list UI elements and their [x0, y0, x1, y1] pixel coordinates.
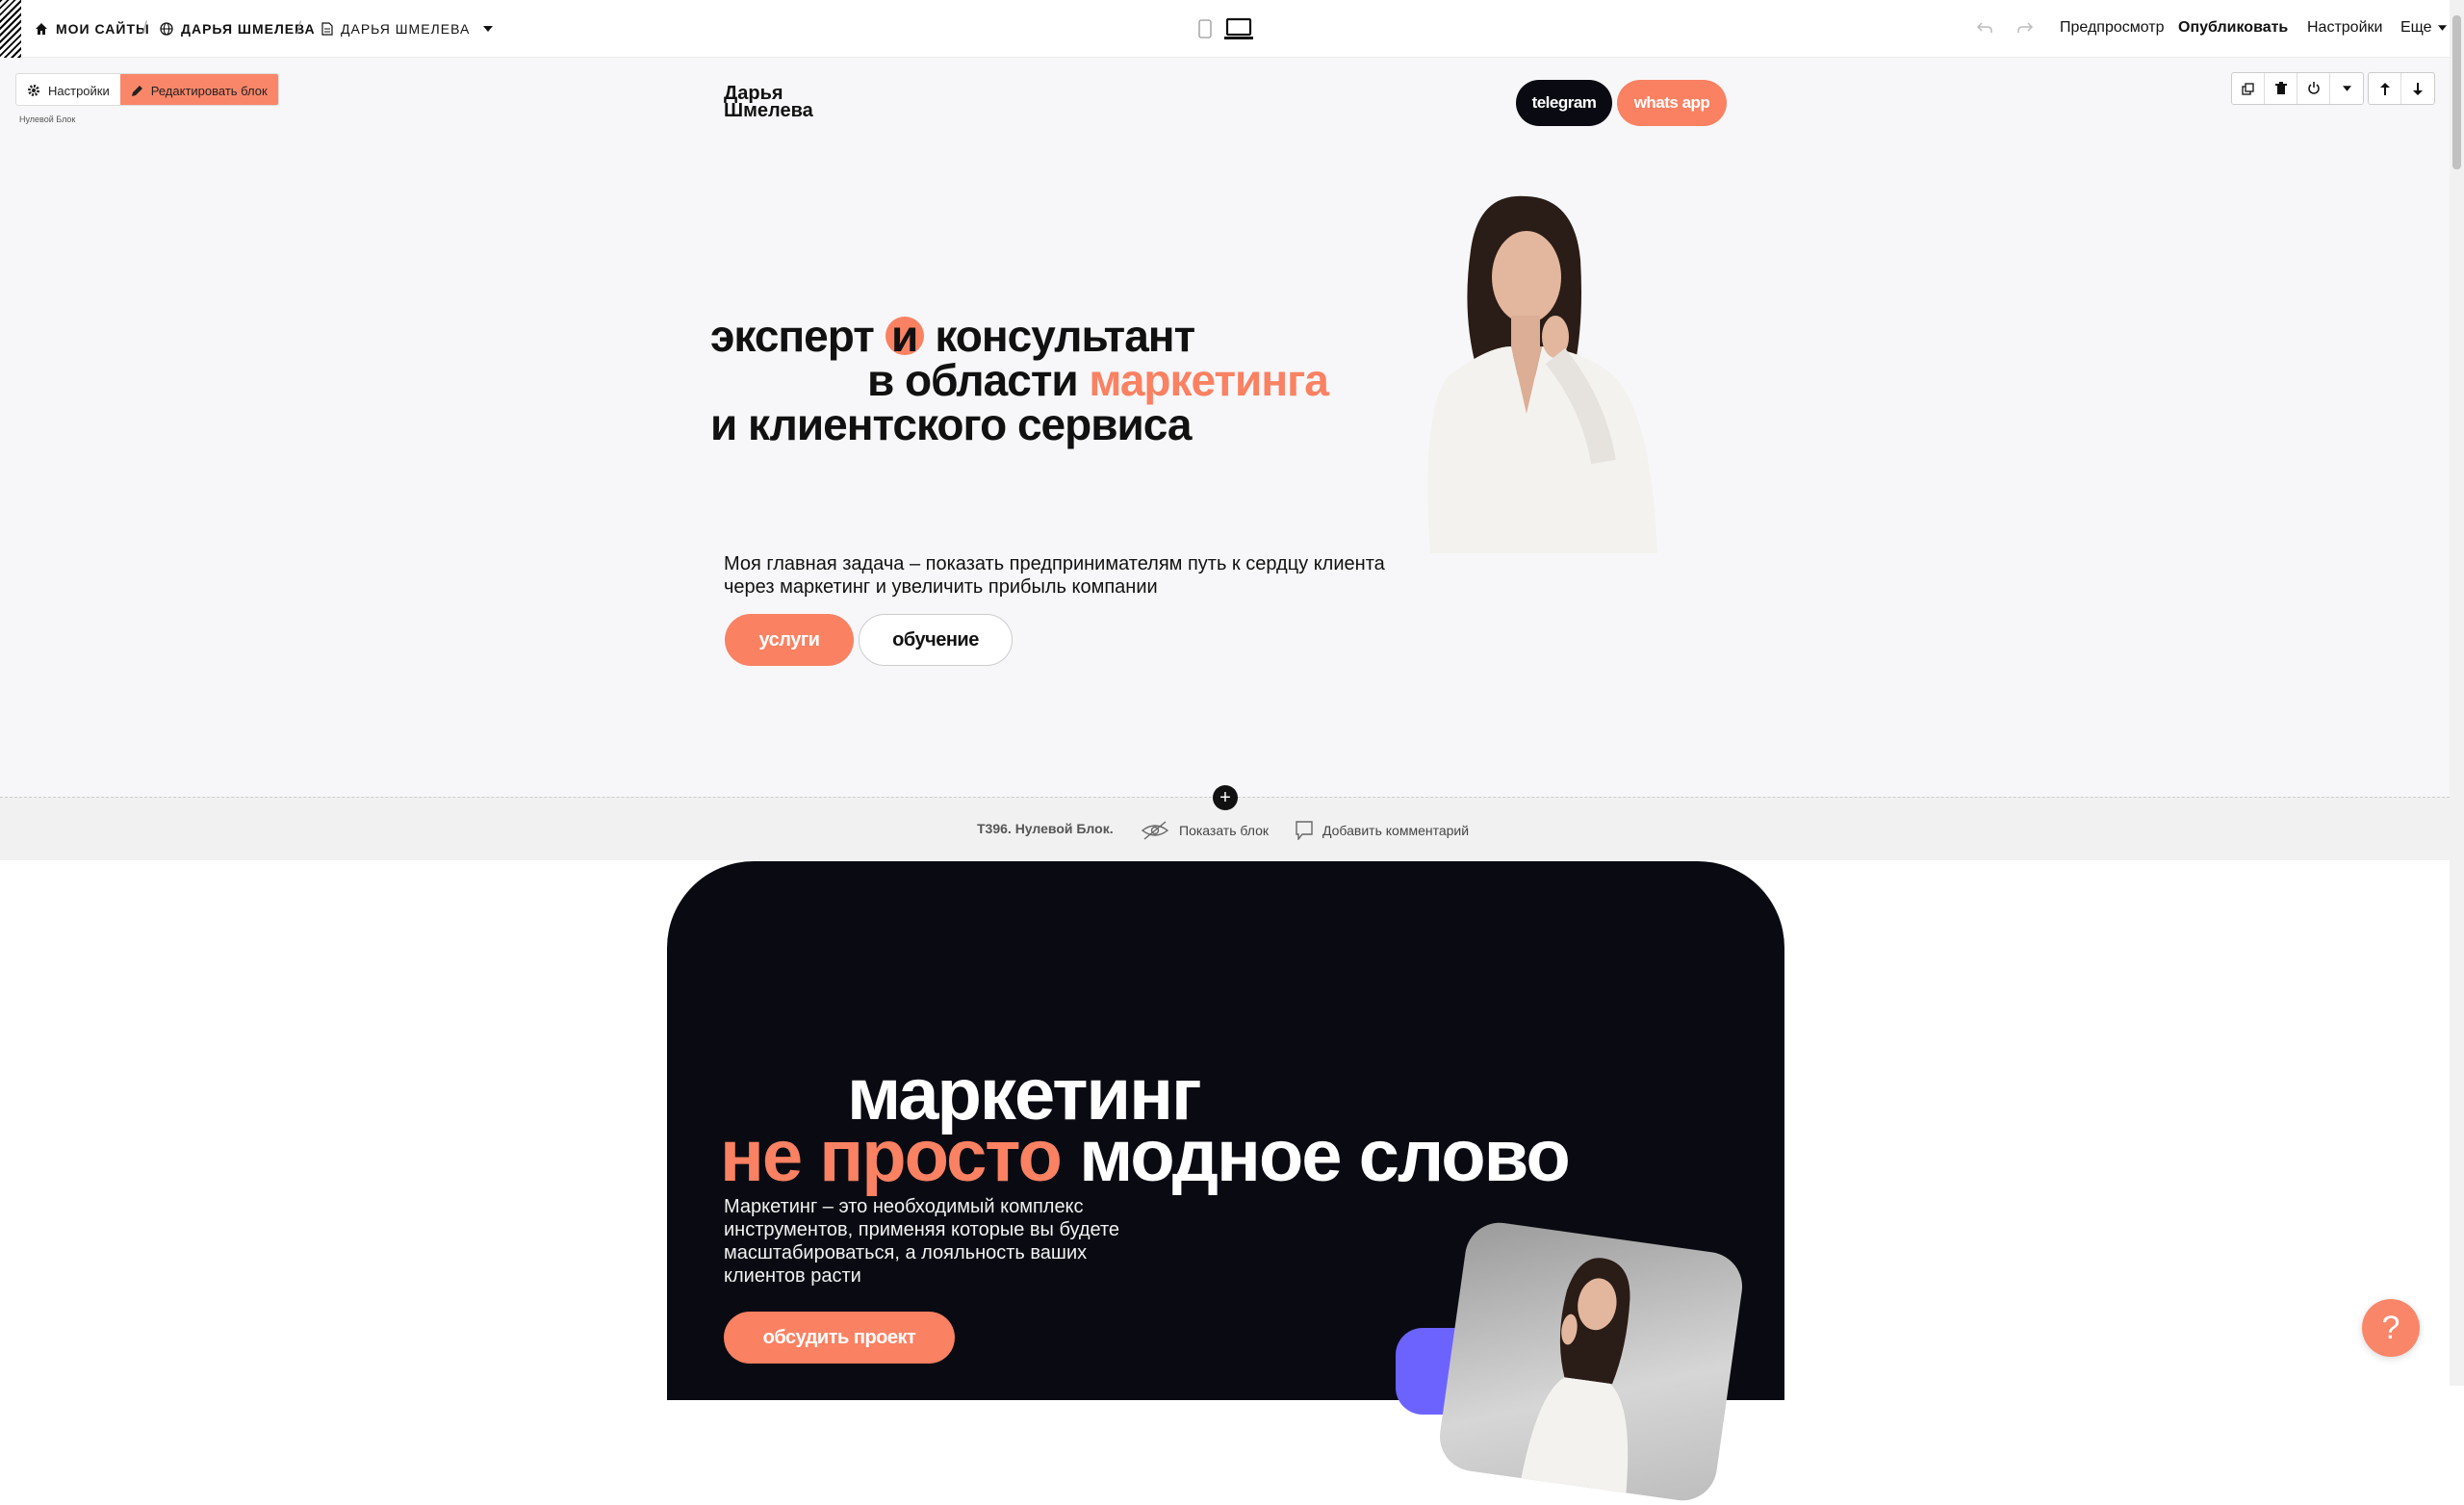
whatsapp-button[interactable]: whats app	[1617, 80, 1727, 126]
preview-button[interactable]: Предпросмотр	[2060, 19, 2165, 37]
chevron-down-icon[interactable]	[2330, 73, 2363, 104]
hero-description: Моя главная задача – показать предприним…	[724, 553, 1385, 598]
editor-topbar: Мои сайты / Дарья Шмелева / Дарья Шмелев…	[0, 0, 2450, 58]
marketing-photo-image	[1435, 1218, 1747, 1505]
add-comment-label: Добавить комментарий	[1322, 823, 1470, 838]
show-block-button[interactable]: Показать блок	[1141, 821, 1269, 840]
block-id-label: T396. Нулевой Блок.	[977, 821, 1114, 836]
edit-block-button[interactable]: Редактировать блок	[119, 74, 278, 105]
breadcrumb-site[interactable]: Дарья Шмелева	[160, 19, 316, 38]
home-icon	[35, 22, 48, 36]
add-comment-button[interactable]: Добавить комментарий	[1296, 821, 1469, 840]
mobile-view-icon[interactable]	[1198, 19, 1212, 38]
services-button[interactable]: услуги	[725, 614, 854, 666]
breadcrumb-separator: /	[296, 18, 302, 38]
discuss-project-button[interactable]: обсудить проект	[724, 1312, 955, 1364]
add-block-icon[interactable]: +	[1213, 785, 1238, 810]
breadcrumb-my-sites[interactable]: Мои сайты	[35, 19, 150, 38]
marketing-headline-accent: не просто	[720, 1115, 1063, 1197]
redo-icon[interactable]	[2016, 20, 2034, 36]
move-down-icon[interactable]	[2401, 73, 2434, 104]
headline-word: эксперт	[710, 311, 875, 361]
brand-line: Шмелева	[724, 100, 813, 121]
breadcrumb-label: Дарья Шмелева	[341, 21, 471, 37]
scrollbar-thumb[interactable]	[2452, 15, 2461, 169]
power-icon[interactable]	[2297, 73, 2330, 104]
duplicate-icon[interactable]	[2232, 73, 2265, 104]
comment-icon	[1296, 821, 1313, 840]
breadcrumb-label: Дарья Шмелева	[181, 21, 316, 37]
block-move-tools	[2368, 72, 2435, 105]
move-up-icon[interactable]	[2369, 73, 2401, 104]
headline-accent-word: маркетинга	[1089, 355, 1328, 405]
more-label: Еще	[2400, 19, 2432, 36]
chevron-down-icon	[2437, 25, 2447, 31]
brand-logo[interactable]: Дарья Шмелева	[724, 84, 813, 121]
edit-block-label: Редактировать блок	[150, 83, 268, 98]
headline-word: в области	[867, 355, 1079, 405]
block-settings-button[interactable]: Настройки	[16, 74, 120, 105]
headline-word: консультант	[935, 311, 1195, 361]
block-settings-label: Настройки	[48, 83, 110, 98]
block-type-label: Нулевой Блок	[19, 115, 76, 124]
show-block-label: Показать блок	[1179, 823, 1270, 838]
more-menu[interactable]: Еще	[2400, 19, 2447, 37]
help-button[interactable]: ?	[2362, 1299, 2420, 1357]
chevron-down-icon[interactable]	[483, 26, 494, 32]
marketing-headline-line2: не просто модное слово	[720, 1120, 1571, 1193]
marketing-headline-rest: модное слово	[1079, 1115, 1571, 1197]
globe-icon	[160, 22, 173, 36]
tilda-logo[interactable]	[0, 0, 21, 58]
breadcrumb-label: Мои сайты	[56, 21, 150, 37]
block-tools	[2231, 72, 2364, 105]
page-icon	[321, 22, 333, 36]
headline-and-circle: и	[885, 314, 924, 358]
page-scrollbar[interactable]	[2450, 0, 2464, 1386]
eye-hidden-icon	[1141, 821, 1169, 840]
breadcrumb-page[interactable]: Дарья Шмелева	[321, 19, 494, 38]
zero-block-hero	[0, 58, 2450, 797]
block-settings-bar: Настройки Редактировать блок	[15, 73, 279, 106]
training-button[interactable]: обучение	[859, 614, 1013, 666]
headline-word: и клиентского сервиса	[710, 399, 1193, 449]
gear-icon	[28, 85, 39, 96]
telegram-button[interactable]: telegram	[1516, 80, 1612, 126]
breadcrumb-separator: /	[142, 18, 148, 38]
settings-button[interactable]: Настройки	[2307, 19, 2382, 37]
publish-button[interactable]: Опубликовать	[2178, 19, 2288, 37]
delete-icon[interactable]	[2265, 73, 2297, 104]
marketing-description: Маркетинг – это необходимый комплекс инс…	[724, 1196, 1120, 1287]
undo-icon[interactable]	[1976, 20, 1993, 36]
desktop-view-icon[interactable]	[1224, 17, 1253, 40]
pencil-icon	[131, 85, 142, 96]
hero-portrait-image	[1427, 195, 1657, 553]
